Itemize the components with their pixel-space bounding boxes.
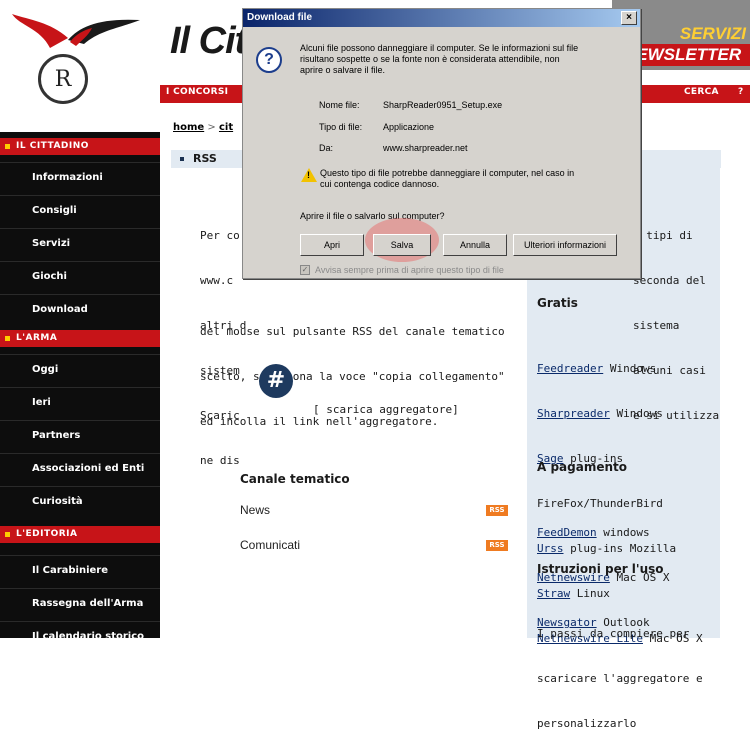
sidebar-item-servizi[interactable]: Servizi — [0, 228, 160, 261]
dialog-question: Aprire il file o salvarlo sul computer? — [300, 211, 445, 221]
logo[interactable]: R — [0, 0, 160, 125]
sidebar-item-informazioni[interactable]: Informazioni — [0, 162, 160, 195]
channel-heading: Canale tematico — [240, 472, 350, 486]
nav-help[interactable]: ? — [738, 87, 744, 97]
more-info-button[interactable]: Ulteriori informazioni — [513, 234, 617, 256]
always-ask-checkbox[interactable]: ✓ — [300, 265, 310, 275]
open-button[interactable]: Apri — [300, 234, 364, 256]
source-value: www.sharpreader.net — [383, 143, 468, 153]
sidebar-section-editoria: L'EDITORIA — [0, 526, 160, 543]
dialog-title: Download file — [247, 12, 312, 23]
file-type-label: Tipo di file: — [319, 122, 363, 132]
question-icon: ? — [256, 47, 282, 73]
body-text-instructions: del mouse sul pulsante RSS del canale te… — [200, 325, 505, 428]
sidebar-item-carabiniere[interactable]: Il Carabiniere — [0, 555, 160, 588]
always-ask-label: Avvisa sempre prima di aprire questo tip… — [315, 265, 504, 275]
link-feedreader[interactable]: Feedreader — [537, 362, 603, 375]
breadcrumb: home > cit — [173, 122, 234, 133]
sidebar-item-partners[interactable]: Partners — [0, 420, 160, 453]
instructions-heading: Istruzioni per l'uso — [537, 562, 664, 576]
sidebar-section-arma: L'ARMA — [0, 330, 160, 347]
banner-servizi: SERVIZI — [679, 24, 746, 43]
cancel-button[interactable]: Annulla — [443, 234, 507, 256]
channel-news: News — [240, 503, 271, 517]
dialog-warning-text: Alcuni file possono danneggiare il compu… — [300, 43, 579, 75]
sidebar-item-consigli[interactable]: Consigli — [0, 195, 160, 228]
instructions-text: I passi da compiere per scaricare l'aggr… — [537, 627, 703, 730]
file-type-value: Applicazione — [383, 122, 435, 132]
link-sharpreader[interactable]: Sharpreader — [537, 407, 610, 420]
nav-cerca[interactable]: CERCA — [684, 87, 719, 97]
sidebar-item-rassegna[interactable]: Rassegna dell'Arma — [0, 588, 160, 621]
breadcrumb-home[interactable]: home — [173, 122, 204, 133]
save-button[interactable]: Salva — [373, 234, 431, 256]
emblem-icon: R — [38, 54, 88, 104]
close-icon[interactable]: × — [621, 11, 637, 25]
aggregator-icon[interactable]: # — [259, 364, 293, 398]
paid-heading: A pagamento — [537, 460, 628, 474]
site-title: Il Cit — [170, 20, 247, 62]
sidebar-section-cittadino: IL CITTADINO — [0, 138, 160, 155]
sidebar-item-oggi[interactable]: Oggi — [0, 354, 160, 387]
sidebar-item-curiosita[interactable]: Curiosità — [0, 486, 160, 519]
gratis-heading: Gratis — [537, 296, 578, 310]
download-aggregator-link[interactable]: [ scarica aggregatore] — [313, 403, 459, 416]
sidebar-item-associazioni[interactable]: Associazioni ed Enti — [0, 453, 160, 486]
source-label: Da: — [319, 143, 334, 153]
nav-concorsi[interactable]: I CONCORSI — [166, 87, 228, 97]
rss-news-button[interactable]: RSS — [486, 505, 508, 516]
sidebar-item-giochi[interactable]: Giochi — [0, 261, 160, 294]
file-name-label: Nome file: — [319, 100, 360, 110]
sidebar-item-download[interactable]: Download — [0, 294, 160, 327]
dialog-titlebar[interactable]: Download file × — [243, 9, 640, 27]
breadcrumb-current[interactable]: cit — [219, 122, 233, 133]
link-feeddemon[interactable]: FeedDemon — [537, 526, 597, 539]
file-name-value: SharpReader0951_Setup.exe — [383, 100, 503, 110]
dialog-danger-text: Questo tipo di file potrebbe danneggiare… — [320, 168, 575, 189]
warning-icon: ! — [301, 168, 317, 182]
download-dialog: Download file × ? Alcuni file possono da… — [242, 8, 641, 279]
sidebar-item-ieri[interactable]: Ieri — [0, 387, 160, 420]
channel-comunicati: Comunicati — [240, 538, 301, 552]
flame-icon — [12, 14, 140, 48]
rss-comunicati-button[interactable]: RSS — [486, 540, 508, 551]
